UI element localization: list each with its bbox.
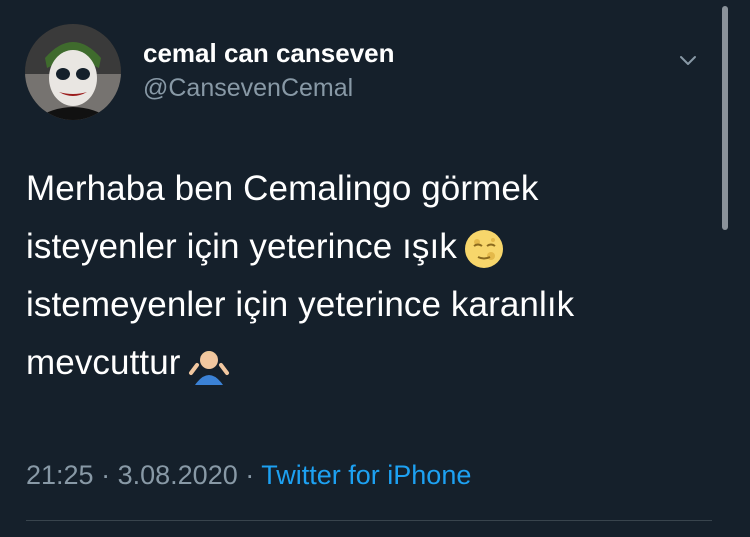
- separator: ·: [101, 460, 111, 490]
- tweet-line-with-emoji: mevcuttur: [26, 334, 706, 392]
- source-link[interactable]: Twitter for iPhone: [261, 460, 471, 490]
- display-name[interactable]: cemal can canseven: [143, 38, 395, 69]
- chevron-down-icon[interactable]: [676, 48, 700, 72]
- tweet-date: 3.08.2020: [117, 460, 238, 490]
- user-handle[interactable]: @CansevenCemal: [143, 74, 353, 103]
- avatar-image: [25, 24, 121, 120]
- avatar[interactable]: [25, 24, 121, 120]
- tweet-line-with-emoji: isteyenler için yeterince ışık: [26, 218, 706, 276]
- divider: [26, 520, 712, 521]
- tweet-card: cemal can canseven @CansevenCemal Merhab…: [0, 0, 750, 537]
- tweet-meta: 21:25 · 3.08.2020 · Twitter for iPhone: [26, 460, 471, 491]
- tweet-line: istemeyenler için yeterince karanlık: [26, 285, 575, 324]
- moon-face-emoji-icon: [463, 228, 505, 270]
- scrollbar[interactable]: [722, 6, 728, 230]
- tweet-line: Merhaba ben Cemalingo görmek: [26, 169, 539, 208]
- tweet-time: 21:25: [26, 460, 94, 490]
- shrug-emoji-icon: [187, 345, 231, 385]
- separator: ·: [245, 460, 255, 490]
- tweet-line: isteyenler için yeterince ışık: [26, 227, 457, 266]
- tweet-text: Merhaba ben Cemalingo görmek isteyenler …: [26, 160, 706, 392]
- tweet-line: mevcuttur: [26, 343, 181, 382]
